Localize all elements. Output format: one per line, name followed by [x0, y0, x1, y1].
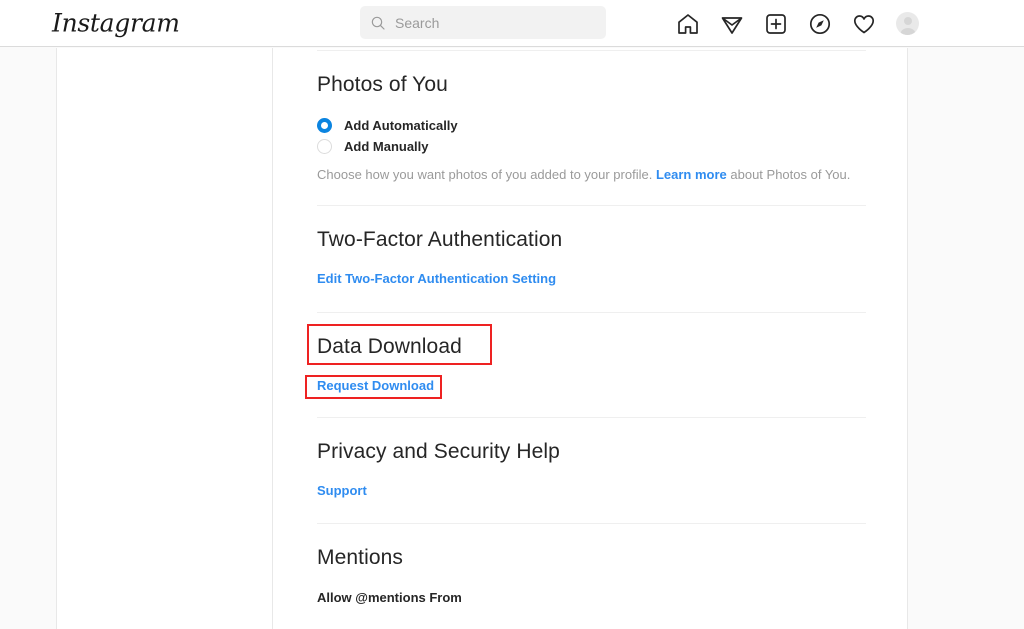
settings-sidebar	[57, 48, 273, 629]
home-icon[interactable]	[676, 12, 700, 36]
data-download-title: Data Download	[317, 334, 864, 359]
new-post-icon[interactable]	[764, 12, 788, 36]
section-privacy-security-help: Privacy and Security Help Support	[317, 418, 864, 500]
instagram-logo[interactable]: Instagram	[52, 9, 180, 38]
privacy-help-title: Privacy and Security Help	[317, 439, 864, 464]
direct-messages-icon[interactable]	[720, 12, 744, 36]
photos-of-you-radio-group: Add Automatically Add Manually	[317, 115, 864, 157]
helper-text-before: Choose how you want photos of you added …	[317, 167, 656, 182]
section-mentions: Mentions Allow @mentions From	[317, 524, 864, 605]
allow-mentions-from-label: Allow @mentions From	[317, 590, 864, 605]
request-download-link[interactable]: Request Download	[317, 378, 434, 393]
search-input[interactable]	[395, 15, 596, 31]
radio-indicator-unselected[interactable]	[317, 139, 332, 154]
section-data-download: Data Download Request Download	[317, 313, 864, 395]
radio-label-add-manually: Add Manually	[344, 139, 429, 154]
search-box[interactable]	[360, 6, 606, 39]
mentions-title: Mentions	[317, 545, 864, 570]
photos-of-you-title: Photos of You	[317, 72, 864, 97]
search-icon	[370, 15, 386, 31]
settings-content: Photos of You Add Automatically Add Manu…	[274, 48, 907, 629]
activity-heart-icon[interactable]	[852, 12, 876, 36]
nav-icon-group	[676, 0, 919, 47]
edit-two-factor-link[interactable]: Edit Two-Factor Authentication Setting	[317, 271, 556, 286]
radio-indicator-selected[interactable]	[317, 118, 332, 133]
helper-text-after: about Photos of You.	[727, 167, 851, 182]
section-photos-of-you: Photos of You Add Automatically Add Manu…	[317, 51, 864, 184]
radio-add-manually[interactable]: Add Manually	[317, 136, 864, 157]
section-two-factor-authentication: Two-Factor Authentication Edit Two-Facto…	[317, 206, 864, 288]
radio-add-automatically[interactable]: Add Automatically	[317, 115, 864, 136]
two-factor-title: Two-Factor Authentication	[317, 227, 864, 252]
photos-of-you-helper-text: Choose how you want photos of you added …	[317, 166, 864, 184]
explore-icon[interactable]	[808, 12, 832, 36]
profile-avatar[interactable]	[896, 12, 919, 35]
radio-label-add-automatically: Add Automatically	[344, 118, 458, 133]
top-navigation-bar: Instagram	[0, 0, 1024, 47]
learn-more-link[interactable]: Learn more	[656, 166, 727, 184]
settings-card: Photos of You Add Automatically Add Manu…	[56, 48, 908, 629]
support-link[interactable]: Support	[317, 483, 367, 498]
